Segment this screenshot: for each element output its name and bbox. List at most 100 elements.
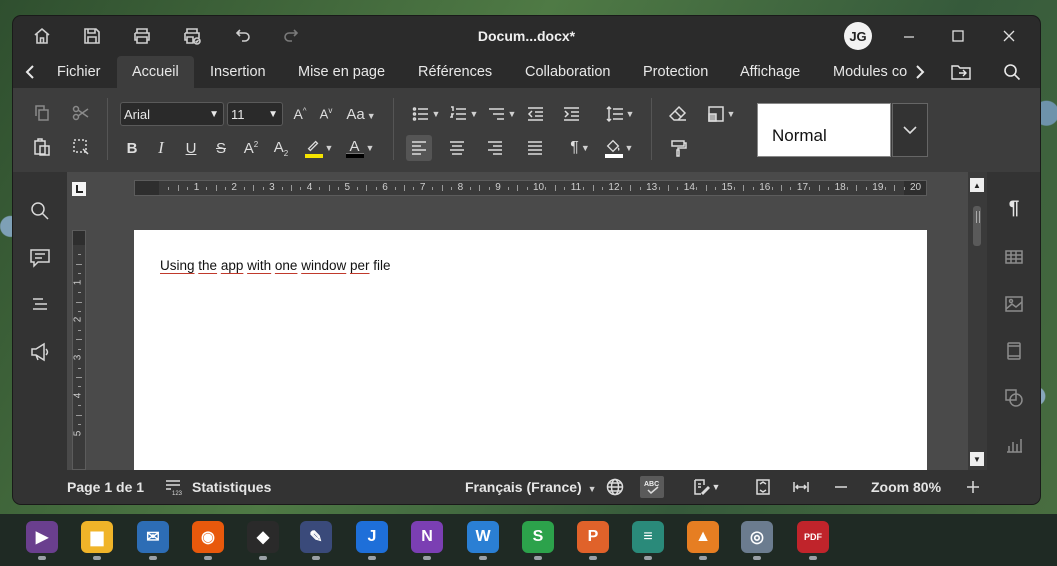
image-settings-button[interactable] <box>1003 293 1025 315</box>
borders-button[interactable]: ▼ <box>703 101 739 127</box>
increase-font-button[interactable]: A^ <box>287 101 313 127</box>
subscript-button[interactable]: A2 <box>268 135 294 161</box>
tabs-scroll-right[interactable] <box>910 56 930 88</box>
vertical-scrollbar[interactable]: ▲ ▼ <box>968 172 987 470</box>
tab-accueil[interactable]: Accueil <box>117 56 194 88</box>
spellcheck-button[interactable]: ABC <box>640 476 664 498</box>
search-button[interactable] <box>1001 56 1023 88</box>
joplin-icon[interactable]: J <box>356 521 388 553</box>
document-word[interactable]: with <box>247 258 271 273</box>
highlight-color-button[interactable]: ▼ <box>300 135 338 161</box>
language-globe-button[interactable] <box>605 477 625 497</box>
style-dropdown-button[interactable] <box>892 103 928 157</box>
track-changes-button[interactable]: ▼ <box>689 477 723 497</box>
tabs-scroll-left[interactable] <box>20 56 40 88</box>
document-word[interactable]: app <box>221 258 244 273</box>
shape-settings-button[interactable] <box>1003 387 1025 409</box>
scroll-thumb[interactable] <box>973 206 981 246</box>
multilevel-list-button[interactable]: ▼ <box>485 101 519 127</box>
user-avatar[interactable]: JG <box>844 22 872 50</box>
zoom-in-button[interactable] <box>963 477 983 497</box>
decrease-font-button[interactable]: Av <box>313 101 339 127</box>
align-right-button[interactable] <box>482 135 508 161</box>
thunderbird-icon[interactable]: ✉ <box>137 521 169 553</box>
presentation-icon[interactable]: P <box>577 521 609 553</box>
tab-references[interactable]: Références <box>418 56 492 88</box>
layers-app-icon[interactable]: ≡ <box>632 521 664 553</box>
pdf-editor-icon[interactable]: PDF <box>797 521 829 553</box>
align-left-button[interactable] <box>406 135 432 161</box>
tab-affichage[interactable]: Affichage <box>740 56 800 88</box>
superscript-button[interactable]: A2 <box>238 135 264 161</box>
font-family-select[interactable]: Arial ▼ <box>120 102 224 126</box>
tab-insertion[interactable]: Insertion <box>210 56 266 88</box>
bold-button[interactable]: B <box>119 135 145 161</box>
document-page[interactable]: Using the app with one window per file <box>134 230 927 470</box>
maximize-button[interactable] <box>935 20 981 52</box>
show-formatting-button[interactable]: ¶ ▼ <box>564 135 596 161</box>
tab-modules[interactable]: Modules co <box>833 56 910 88</box>
format-painter-button[interactable] <box>665 135 691 161</box>
onenote-icon[interactable]: N <box>411 521 443 553</box>
tab-fichier[interactable]: Fichier <box>57 56 101 88</box>
underline-button[interactable]: U <box>178 135 204 161</box>
chart-settings-button[interactable] <box>1003 434 1025 456</box>
document-word[interactable]: per <box>350 258 370 273</box>
statistics-button[interactable]: Statistiques <box>192 470 271 504</box>
scroll-down-arrow[interactable]: ▼ <box>970 452 984 466</box>
media-player-icon[interactable]: ▶ <box>26 521 58 553</box>
vertical-ruler[interactable]: 1 2 3 4 5 <box>72 230 86 470</box>
document-word[interactable]: the <box>198 258 217 273</box>
spreadsheet-icon[interactable]: S <box>522 521 554 553</box>
zoom-out-button[interactable] <box>831 477 851 497</box>
document-text[interactable]: Using the app with one window per file <box>160 258 391 273</box>
font-size-select[interactable]: 11 ▼ <box>227 102 283 126</box>
paste-button[interactable] <box>29 134 55 160</box>
tab-collaboration[interactable]: Collaboration <box>525 56 610 88</box>
page-settings-button[interactable] <box>1003 340 1025 362</box>
firefox-icon[interactable]: ◉ <box>192 521 224 553</box>
numbered-list-button[interactable]: ▼ <box>447 101 481 127</box>
language-select[interactable]: Français (France) ▼ <box>465 470 597 504</box>
inkscape-icon[interactable]: ◆ <box>247 521 279 553</box>
document-word[interactable]: file <box>373 258 390 273</box>
navigation-button[interactable] <box>29 294 51 316</box>
document-word[interactable]: window <box>301 258 346 273</box>
fit-width-button[interactable] <box>791 477 811 497</box>
justify-button[interactable] <box>522 135 548 161</box>
cut-button[interactable] <box>68 100 94 126</box>
fit-page-button[interactable] <box>753 477 773 497</box>
increase-indent-button[interactable] <box>559 101 585 127</box>
align-center-button[interactable] <box>444 135 470 161</box>
italic-button[interactable]: I <box>148 135 174 161</box>
drawing-app-icon[interactable]: ✎ <box>300 521 332 553</box>
bullet-list-button[interactable]: ▼ <box>409 101 443 127</box>
decrease-indent-button[interactable] <box>523 101 549 127</box>
minimize-button[interactable] <box>886 20 932 52</box>
close-button[interactable] <box>986 20 1032 52</box>
line-spacing-button[interactable]: ▼ <box>603 101 637 127</box>
document-word[interactable]: one <box>275 258 298 273</box>
table-settings-button[interactable] <box>1003 246 1025 268</box>
camera-icon[interactable]: ◎ <box>741 521 773 553</box>
feedback-button[interactable] <box>29 341 51 363</box>
font-color-button[interactable]: A ▼ <box>341 135 379 161</box>
comments-button[interactable] <box>29 247 51 269</box>
open-file-button[interactable] <box>949 56 973 88</box>
find-button[interactable] <box>29 200 51 222</box>
writer-icon[interactable]: W <box>467 521 499 553</box>
style-preview[interactable]: Normal <box>757 103 891 157</box>
change-case-button[interactable]: Aa ▼ <box>341 101 381 127</box>
paragraph-settings-button[interactable]: ¶ <box>1003 198 1025 220</box>
file-explorer-icon[interactable]: ▆ <box>81 521 113 553</box>
horizontal-ruler[interactable]: 1 2 3 4 5 6 7 8 9 10 11 12 13 14 15 16 17 18 19 20 <box>134 180 927 196</box>
tab-protection[interactable]: Protection <box>643 56 708 88</box>
vlc-icon[interactable]: ▲ <box>687 521 719 553</box>
document-word[interactable]: Using <box>160 258 195 273</box>
tab-stop-selector[interactable] <box>72 182 86 196</box>
copy-button[interactable] <box>29 100 55 126</box>
strikethrough-button[interactable]: S <box>208 135 234 161</box>
tab-mise-en-page[interactable]: Mise en page <box>298 56 385 88</box>
clear-formatting-button[interactable] <box>665 101 691 127</box>
page-count[interactable]: Page 1 de 1 <box>67 470 144 504</box>
